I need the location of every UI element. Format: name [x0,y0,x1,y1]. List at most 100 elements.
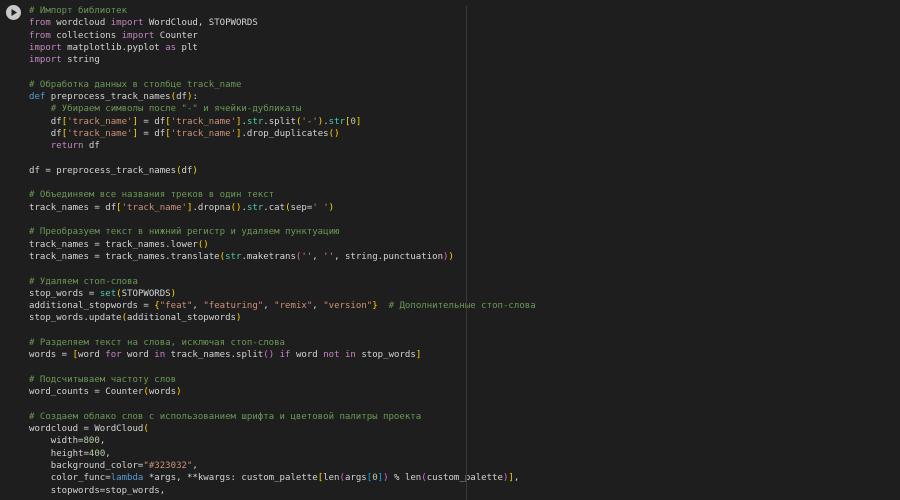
code-token: () [197,239,209,250]
code-line[interactable]: # Обработка данных в столбце track_name [29,79,536,91]
code-token: .cat [263,202,286,213]
code-token: collections [50,30,122,41]
code-line[interactable]: height=400, [29,448,536,460]
code-token: background_color= [29,460,144,471]
code-line[interactable]: def preprocess_track_names(df): [29,91,536,103]
code-token: matplotlib.pyplot [61,42,166,53]
code-token: additional_stopwords = [29,301,155,312]
code-token: 800 [83,436,100,447]
code-token: word [290,350,324,361]
code-line[interactable]: color_func=lambda *args, **kwargs: custo… [29,472,536,484]
code-token: () [230,202,242,213]
code-token: ' ' [312,202,329,213]
code-token: # Обработка данных в столбце track_name [29,79,242,90]
code-line[interactable]: additional_stopwords = {"feat", "featuri… [29,300,536,312]
code-token: set [99,288,117,299]
code-line[interactable]: import string [29,54,536,66]
code-token: str [225,251,242,262]
code-token: additional_stopwords [127,313,236,324]
code-token: STOPWORDS [121,288,171,299]
code-line[interactable] [29,153,536,165]
code-token: "remix" [274,301,313,312]
code-token: '-' [301,116,318,127]
code-token: string [61,55,100,66]
code-token: .drop_duplicates [241,128,329,139]
code-token: ) [328,202,335,213]
code-token: stop_words = [29,288,100,299]
code-line[interactable]: import matplotlib.pyplot as plt [29,42,536,54]
code-line[interactable]: # Создаем облако слов с использованием ш… [29,411,536,423]
code-line[interactable]: # Объединяем все названия треков в один … [29,189,536,201]
code-line[interactable] [29,362,536,374]
code-line[interactable] [29,177,536,189]
code-token: 'track_name' [121,202,187,213]
code-line[interactable]: from wordcloud import WordCloud, STOPWOR… [29,17,536,29]
code-token: , [312,301,324,312]
code-line[interactable]: # Преобразуем текст в нижний регистр и у… [29,226,536,238]
code-line[interactable]: stop_words.update(additional_stopwords) [29,312,536,324]
code-line[interactable]: wordcloud = WordCloud( [29,423,536,435]
code-token: .split [263,116,296,127]
code-token: def [29,92,46,103]
code-token: word_counts = Counter [29,387,144,398]
code-line[interactable]: # Удаляем стоп-слова [29,276,536,288]
code-line[interactable] [29,399,536,411]
code-token: str [328,116,346,127]
run-cell-button[interactable] [6,5,21,20]
code-editor[interactable]: # Импорт библиотек from wordcloud import … [29,5,536,497]
code-token: color_func= [29,473,111,484]
code-line[interactable] [29,325,536,337]
code-token: stop_words [355,350,416,361]
code-token: for [105,350,122,361]
code-token: import [110,18,144,29]
code-token: 'track_name' [67,116,133,127]
code-token: wordcloud = WordCloud [29,424,144,435]
code-token: wordcloud [50,18,111,29]
code-line[interactable]: df = preprocess_track_names(df) [29,165,536,177]
code-token: import [121,30,155,41]
code-line[interactable]: word_counts = Counter(words) [29,386,536,398]
code-token: custom_palette [426,473,503,484]
code-line[interactable] [29,214,536,226]
code-line[interactable]: df['track_name'] = df['track_name'].drop… [29,128,536,140]
code-line[interactable]: words = [word for word in track_names.sp… [29,349,536,361]
code-line[interactable]: # Разделяем текст на слова, исключая сто… [29,337,536,349]
code-line[interactable]: # Убираем символы после "-" и ячейки-дуб… [29,103,536,115]
code-token: 'track_name' [170,128,237,139]
code-line[interactable]: track_names = track_names.translate(str.… [29,251,536,263]
code-token: words = [29,350,73,361]
code-token: , [263,301,275,312]
code-line[interactable]: # Подсчитываем частоту слов [29,374,536,386]
code-token: # Удаляем стоп-слова [29,276,138,287]
code-line[interactable]: background_color="#323032", [29,460,536,472]
code-line[interactable] [29,66,536,78]
code-token: ) [176,387,182,398]
code-token: as [165,42,177,53]
code-token: , [192,301,204,312]
code-line[interactable]: stop_words = set(STOPWORDS) [29,288,536,300]
code-line[interactable]: track_names = df['track_name'].dropna().… [29,202,536,214]
code-line[interactable]: df['track_name'] = df['track_name'].str.… [29,116,536,128]
code-line[interactable] [29,263,536,275]
code-line[interactable]: width=800, [29,435,536,447]
code-line[interactable]: from collections import Counter [29,30,536,42]
code-token: .dropna [192,202,231,213]
code-token: "featuring" [203,301,264,312]
code-line[interactable]: # Импорт библиотек [29,5,536,17]
code-line[interactable]: return df [29,140,536,152]
code-token: track_names = track_names.lower [29,239,198,250]
code-token: "feat" [159,301,193,312]
code-token: = df [137,116,166,127]
code-token: # Подсчитываем частоту слов [29,374,177,385]
code-token: track_names = df [29,202,117,213]
code-line[interactable]: track_names = track_names.lower() [29,239,536,251]
code-token: ] [355,116,362,127]
code-token: import [29,42,62,53]
code-line[interactable]: stopwords=stop_words, [29,485,536,497]
code-token: *args, **kwargs: custom_palette [143,473,318,484]
code-token: () [328,128,340,139]
code-token: 400 [88,448,106,459]
